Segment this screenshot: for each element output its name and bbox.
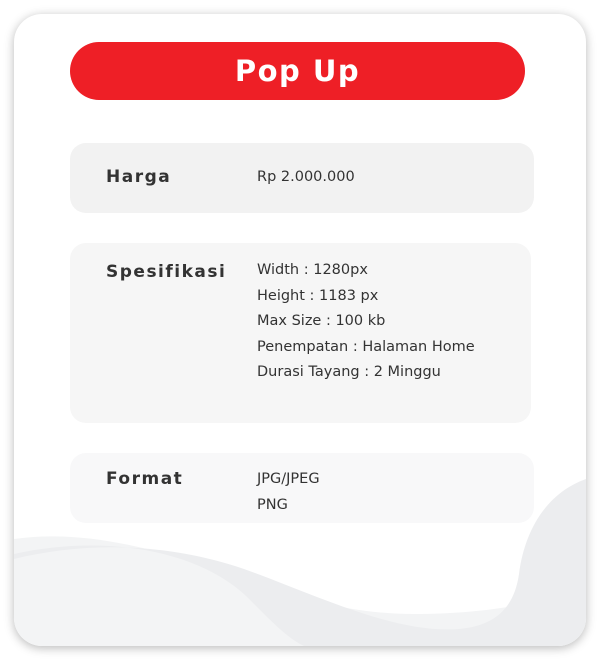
spec-max-size: Max Size : 100 kb xyxy=(257,313,386,329)
specification-row: Spesifikasi Width : 1280px Height : 1183… xyxy=(70,243,531,423)
format-values: JPG/JPEG PNG xyxy=(257,467,320,518)
spec-placement: Penempatan : Halaman Home xyxy=(257,338,475,355)
format-jpg: JPG/JPEG xyxy=(257,471,320,487)
format-row: Format JPG/JPEG PNG xyxy=(70,453,534,523)
specification-values: Width : 1280px Height : 1183 px Max Size… xyxy=(257,258,475,386)
title-banner: Pop Up xyxy=(70,42,525,100)
page-title: Pop Up xyxy=(234,54,361,88)
format-label: Format xyxy=(106,469,184,489)
price-label: Harga xyxy=(106,167,172,187)
specification-label: Spesifikasi xyxy=(106,262,227,282)
format-png: PNG xyxy=(257,496,288,513)
spec-width: Width : 1280px xyxy=(257,262,368,278)
price-value: Rp 2.000.000 xyxy=(257,169,355,185)
price-values: Rp 2.000.000 xyxy=(257,165,355,191)
price-row: Harga Rp 2.000.000 xyxy=(70,143,534,213)
spec-height: Height : 1183 px xyxy=(257,287,379,304)
pricing-card: Pop Up Harga Rp 2.000.000 Spesifikasi Wi… xyxy=(14,14,586,646)
spec-duration: Durasi Tayang : 2 Minggu xyxy=(257,364,441,380)
